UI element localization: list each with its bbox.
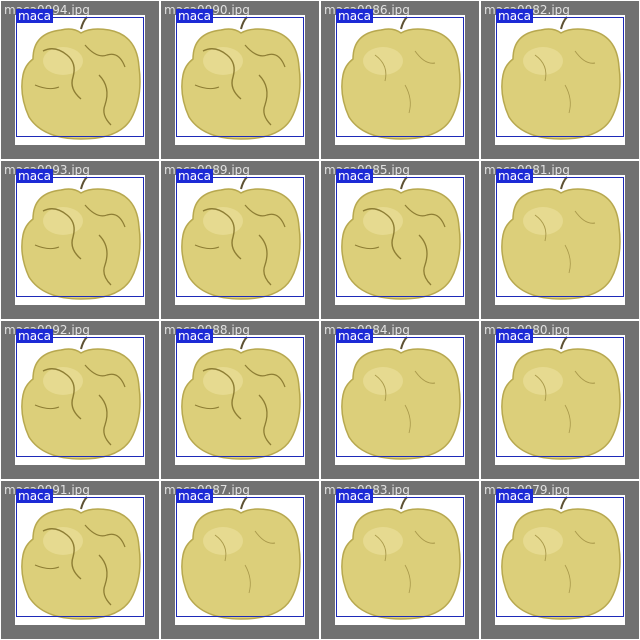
bounding-box: maca <box>16 329 144 457</box>
bounding-box: maca <box>496 329 624 457</box>
class-label: maca <box>496 489 533 503</box>
class-label: maca <box>496 169 533 183</box>
image-tile[interactable]: maca0080.jpgmaca <box>481 321 639 479</box>
image-tile[interactable]: maca0082.jpgmaca <box>481 1 639 159</box>
class-label: maca <box>16 329 53 343</box>
image-tile[interactable]: maca0087.jpgmaca <box>161 481 319 639</box>
class-label: maca <box>16 169 53 183</box>
class-label: maca <box>176 169 213 183</box>
bounding-box: maca <box>336 9 464 137</box>
image-tile[interactable]: maca0090.jpgmaca <box>161 1 319 159</box>
image-tile[interactable]: maca0092.jpgmaca <box>1 321 159 479</box>
image-tile[interactable]: maca0089.jpgmaca <box>161 161 319 319</box>
image-tile[interactable]: maca0094.jpgmaca <box>1 1 159 159</box>
image-tile[interactable]: maca0084.jpgmaca <box>321 321 479 479</box>
bounding-box: maca <box>176 169 304 297</box>
class-label: maca <box>336 169 373 183</box>
image-tile[interactable]: maca0085.jpgmaca <box>321 161 479 319</box>
bounding-box: maca <box>496 9 624 137</box>
bounding-box: maca <box>336 489 464 617</box>
image-tile[interactable]: maca0088.jpgmaca <box>161 321 319 479</box>
image-tile[interactable]: maca0079.jpgmaca <box>481 481 639 639</box>
image-tile[interactable]: maca0093.jpgmaca <box>1 161 159 319</box>
bounding-box: maca <box>336 329 464 457</box>
image-tile[interactable]: maca0081.jpgmaca <box>481 161 639 319</box>
image-grid: maca0094.jpgmacamaca0090.jpgmacamaca0086… <box>0 0 640 640</box>
image-tile[interactable]: maca0086.jpgmaca <box>321 1 479 159</box>
bounding-box: maca <box>336 169 464 297</box>
class-label: maca <box>176 489 213 503</box>
bounding-box: maca <box>16 9 144 137</box>
class-label: maca <box>16 489 53 503</box>
class-label: maca <box>336 329 373 343</box>
image-tile[interactable]: maca0083.jpgmaca <box>321 481 479 639</box>
class-label: maca <box>336 489 373 503</box>
bounding-box: maca <box>16 169 144 297</box>
class-label: maca <box>496 9 533 23</box>
bounding-box: maca <box>176 9 304 137</box>
bounding-box: maca <box>176 329 304 457</box>
image-tile[interactable]: maca0091.jpgmaca <box>1 481 159 639</box>
class-label: maca <box>16 9 53 23</box>
class-label: maca <box>336 9 373 23</box>
class-label: maca <box>496 329 533 343</box>
bounding-box: maca <box>16 489 144 617</box>
class-label: maca <box>176 9 213 23</box>
bounding-box: maca <box>496 169 624 297</box>
bounding-box: maca <box>176 489 304 617</box>
bounding-box: maca <box>496 489 624 617</box>
class-label: maca <box>176 329 213 343</box>
